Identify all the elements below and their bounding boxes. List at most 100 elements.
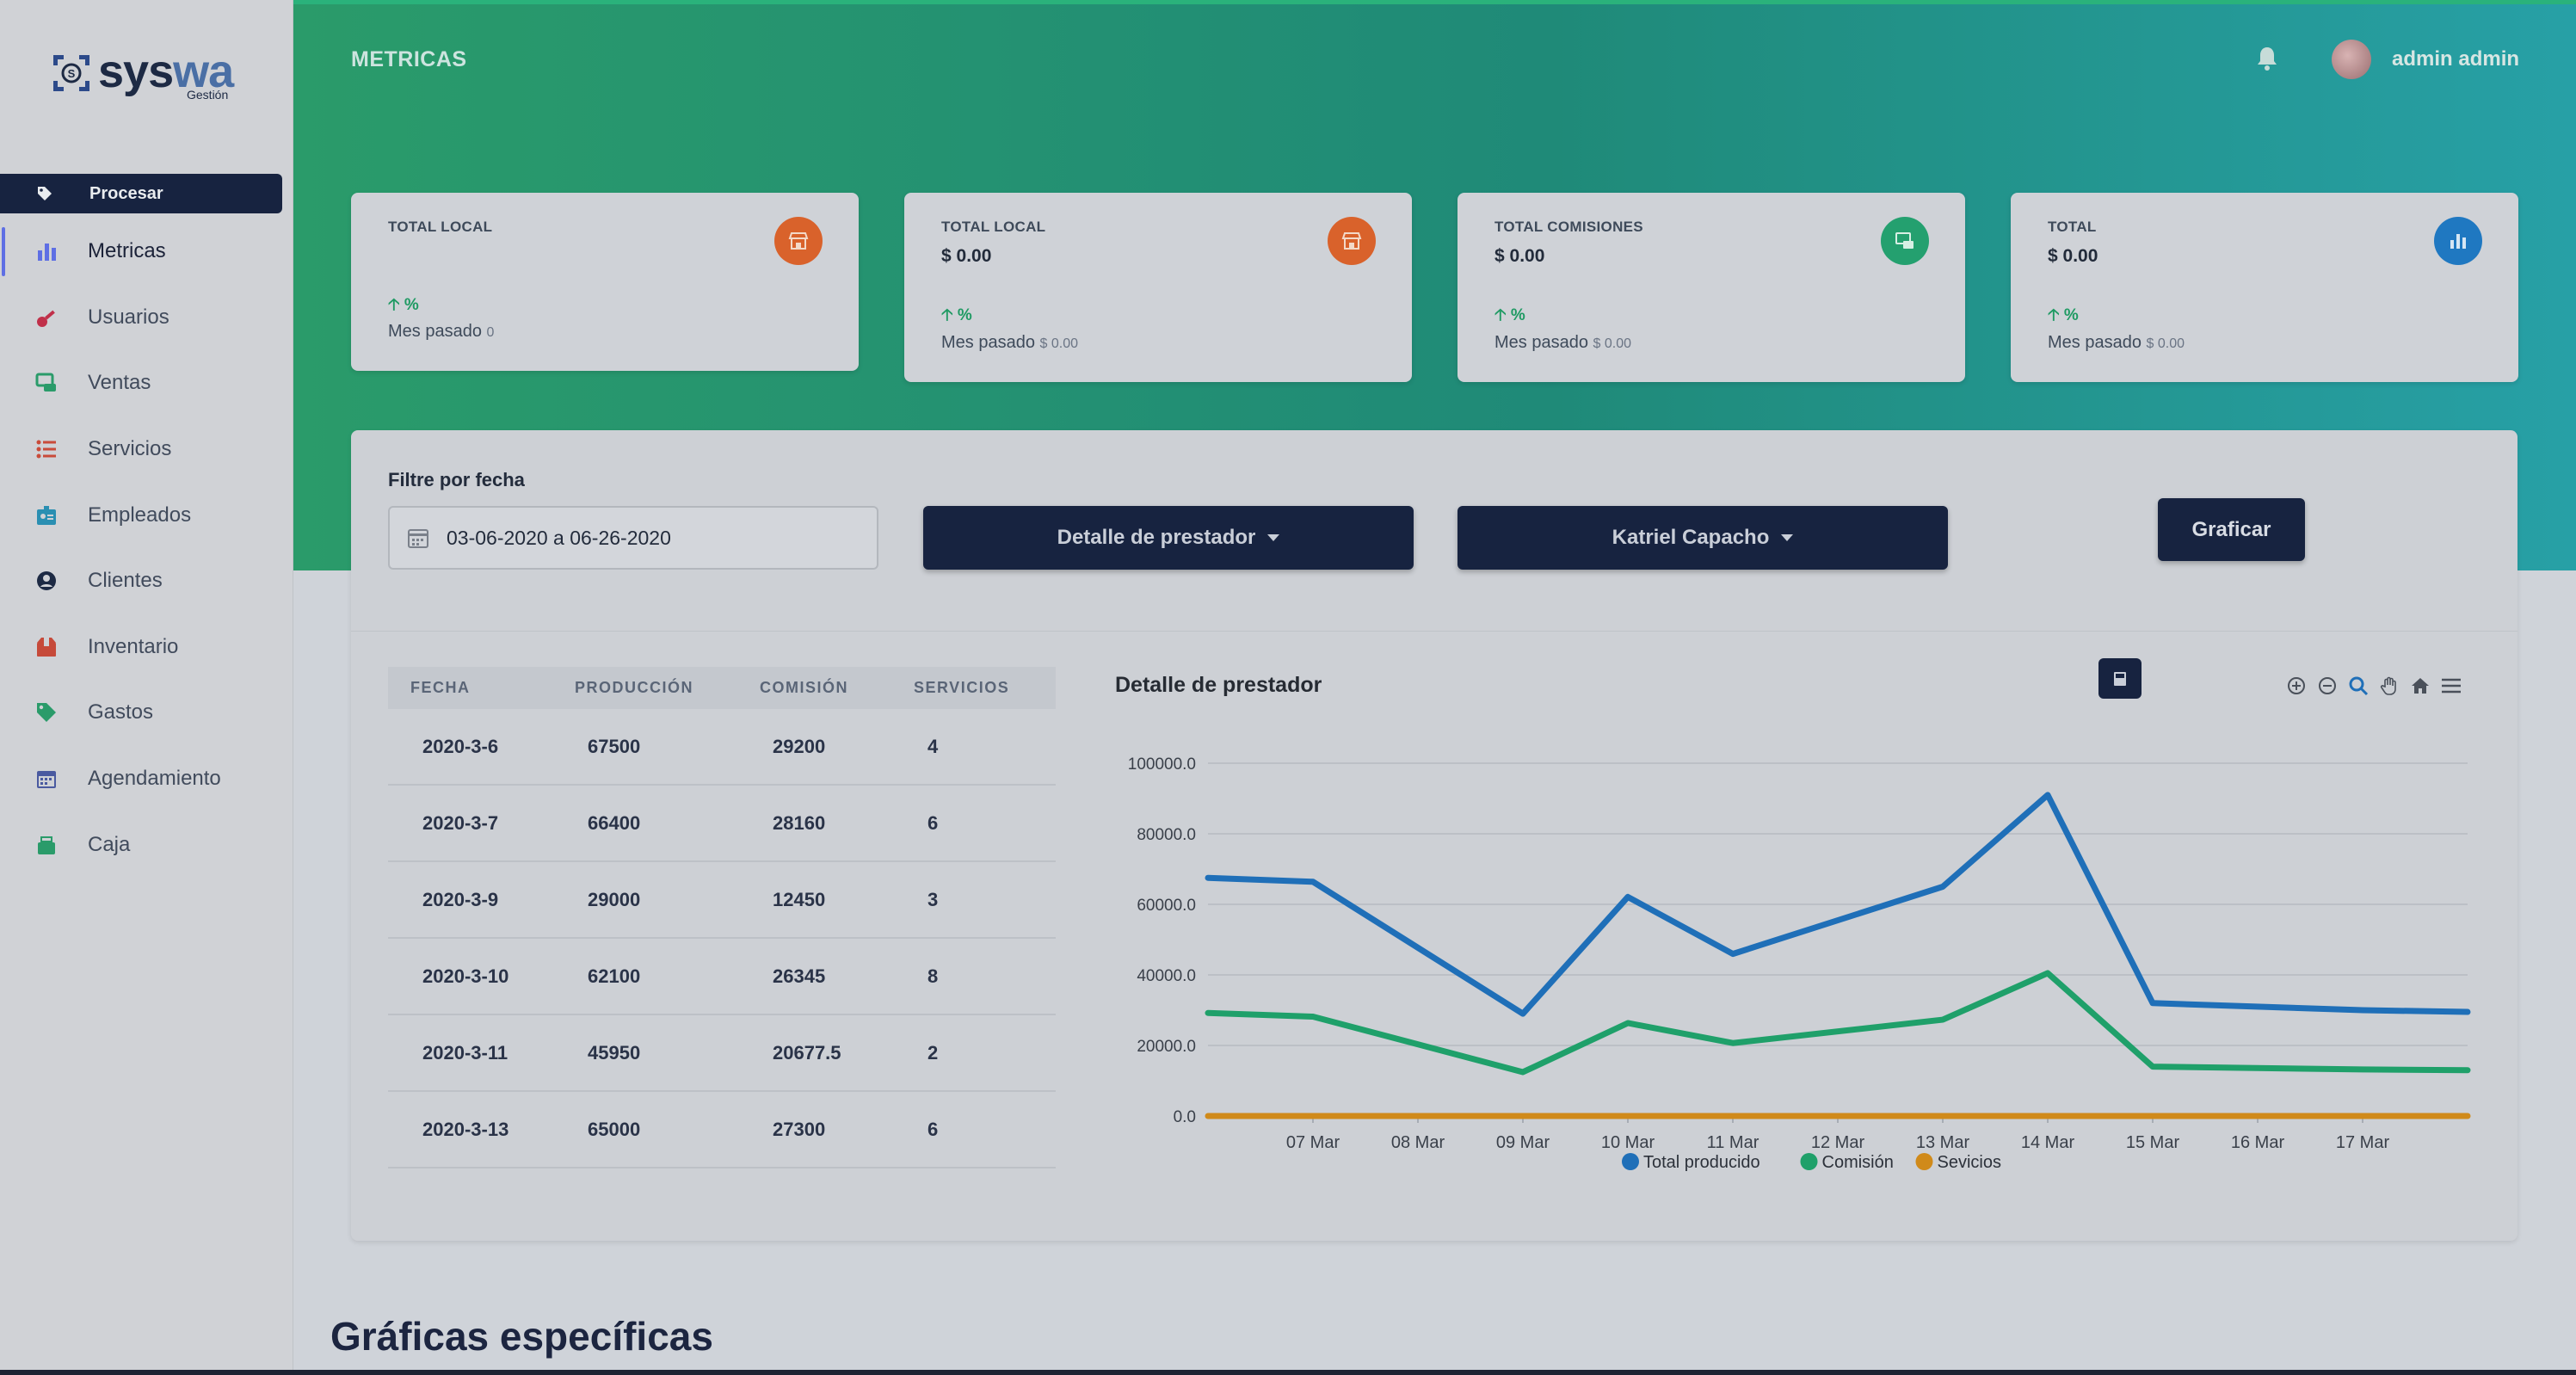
- header-fecha[interactable]: FECHA: [410, 679, 471, 697]
- bell-icon[interactable]: [2254, 45, 2280, 72]
- card-trend: 🡡 %: [1494, 306, 1525, 324]
- cell-servicios: 8: [927, 965, 939, 987]
- chart-title: Detalle de prestador: [1115, 673, 1322, 697]
- x-tick-label: 09 Mar: [1496, 1133, 1550, 1152]
- chart-toolbar: [2283, 673, 2464, 699]
- cell-fecha: 2020-3-13: [422, 1118, 509, 1140]
- store-icon: [1328, 217, 1376, 265]
- sidebar-item-label: Usuarios: [88, 305, 169, 329]
- sidebar-item-label: Caja: [88, 832, 131, 856]
- sidebar-item-label: Inventario: [88, 634, 179, 658]
- chart-icon: [2434, 217, 2482, 265]
- book-icon: [2114, 671, 2126, 686]
- cell-comision: 28160: [773, 811, 826, 834]
- cell-comision: 27300: [773, 1118, 826, 1140]
- key-icon: [34, 305, 59, 330]
- sidebar-item-label: Metricas: [88, 239, 166, 263]
- cell-produccion: 66400: [588, 811, 641, 834]
- y-tick-label: 60000.0: [1137, 897, 1196, 915]
- cell-produccion: 29000: [588, 888, 641, 910]
- zoom-out-icon[interactable]: [2314, 673, 2340, 699]
- avatar[interactable]: [2332, 40, 2371, 79]
- x-tick-label: 14 Mar: [2021, 1133, 2075, 1152]
- y-tick-label: 20000.0: [1137, 1038, 1196, 1056]
- sidebar-item-inventario[interactable]: Inventario: [0, 614, 293, 681]
- table-row: 2020-3-7 66400 28160 6: [388, 786, 1056, 862]
- tag-icon: [36, 183, 57, 204]
- card-trend: 🡡 %: [941, 306, 972, 324]
- series-line-1: [1205, 970, 2471, 1076]
- header-servicios[interactable]: SERVICIOS: [914, 679, 1009, 697]
- panel-divider: [351, 631, 2517, 632]
- detail-dropdown[interactable]: Detalle de prestador: [923, 506, 1414, 570]
- calendar-icon: [408, 529, 428, 548]
- x-tick-label: 13 Mar: [1916, 1133, 1970, 1152]
- stat-card: TOTAL LOCAL $ 0.00 🡡 % Mes pasado $ 0.00: [904, 193, 1412, 382]
- pan-hand-icon[interactable]: [2376, 673, 2402, 699]
- cell-produccion: 62100: [588, 965, 641, 987]
- cell-comision: 26345: [773, 965, 826, 987]
- sidebar-item-clientes[interactable]: Clientes: [0, 548, 293, 614]
- cell-servicios: 6: [927, 1118, 939, 1140]
- box-icon: [34, 635, 59, 659]
- user-circle-icon: [34, 569, 59, 593]
- x-tick-label: 12 Mar: [1811, 1133, 1865, 1152]
- caret-down-icon: [1267, 534, 1280, 541]
- x-tick-label: 08 Mar: [1391, 1133, 1445, 1152]
- zoom-selection-icon[interactable]: [2345, 673, 2371, 699]
- date-range-input[interactable]: 03-06-2020 a 06-26-2020: [388, 506, 878, 570]
- cell-comision: 29200: [773, 735, 826, 757]
- sidebar-item-usuarios[interactable]: Usuarios: [0, 285, 293, 351]
- cell-fecha: 2020-3-11: [422, 1041, 508, 1064]
- sidebar-item-agendamiento[interactable]: Agendamiento: [0, 746, 293, 812]
- graficar-button[interactable]: Graficar: [2158, 498, 2305, 561]
- sidebar-item-label: Clientes: [88, 569, 163, 593]
- cell-produccion: 65000: [588, 1118, 641, 1140]
- save-chart-button[interactable]: [2098, 658, 2142, 699]
- card-title: TOTAL LOCAL: [941, 219, 1046, 235]
- legend-label: Sevicios: [1938, 1153, 2001, 1172]
- sidebar-item-caja[interactable]: Caja: [0, 811, 293, 878]
- sidebar-item-servicios[interactable]: Servicios: [0, 416, 293, 483]
- card-value: $ 0.00: [941, 246, 992, 266]
- menu-icon[interactable]: [2438, 673, 2464, 699]
- svg-text:S: S: [68, 67, 76, 80]
- employee-dropdown[interactable]: Katriel Capacho: [1457, 506, 1948, 570]
- stat-card: TOTAL COMISIONES $ 0.00 🡡 % Mes pasado $…: [1457, 193, 1965, 382]
- home-reset-icon[interactable]: [2407, 673, 2433, 699]
- card-footer: Mes pasado $ 0.00: [941, 333, 1079, 352]
- page-title: METRICAS: [351, 47, 467, 71]
- user-name[interactable]: admin admin: [2392, 47, 2519, 71]
- legend-marker: [1622, 1153, 1639, 1170]
- sidebar-item-empleados[interactable]: Empleados: [0, 482, 293, 548]
- sidebar-item-ventas[interactable]: Ventas: [0, 350, 293, 416]
- badge-icon: [34, 503, 59, 527]
- card-trend: 🡡 %: [2048, 306, 2079, 324]
- legend-marker: [1800, 1153, 1818, 1170]
- procesar-button[interactable]: Procesar: [0, 174, 282, 213]
- sidebar-item-label: Agendamiento: [88, 767, 221, 791]
- brand-logo[interactable]: S syswa Gestión: [52, 48, 241, 103]
- cash-box-icon: [34, 833, 59, 857]
- data-table: FECHA PRODUCCIÓN COMISIÓN SERVICIOS 2020…: [388, 667, 1056, 1168]
- y-tick-label: 100000.0: [1128, 755, 1196, 774]
- y-tick-label: 80000.0: [1137, 826, 1196, 844]
- sidebar-nav: Metricas Usuarios Ventas Servicios Emple…: [0, 219, 293, 878]
- brand-subtitle: Gestión: [187, 88, 229, 102]
- table-row: 2020-3-13 65000 27300 6: [388, 1092, 1056, 1168]
- calendar-icon: [34, 767, 59, 791]
- header-comision[interactable]: COMISIÓN: [760, 679, 848, 697]
- card-title: TOTAL: [2048, 219, 2097, 235]
- cell-produccion: 45950: [588, 1041, 641, 1064]
- line-chart: 0.0 20000.0 40000.0 60000.0 80000.0 100000.0 0…: [1128, 755, 2471, 1172]
- store-icon: [774, 217, 823, 265]
- table-header: FECHA PRODUCCIÓN COMISIÓN SERVICIOS: [388, 667, 1056, 709]
- legend-marker: [1915, 1153, 1933, 1170]
- cell-servicios: 4: [927, 735, 939, 757]
- sidebar: S syswa Gestión Procesar Metricas Usuari…: [0, 0, 293, 1375]
- zoom-in-icon[interactable]: [2283, 673, 2309, 699]
- sidebar-item-metricas[interactable]: Metricas: [0, 219, 293, 285]
- cell-servicios: 2: [927, 1041, 939, 1064]
- sidebar-item-gastos[interactable]: Gastos: [0, 680, 293, 746]
- header-produccion[interactable]: PRODUCCIÓN: [575, 679, 693, 697]
